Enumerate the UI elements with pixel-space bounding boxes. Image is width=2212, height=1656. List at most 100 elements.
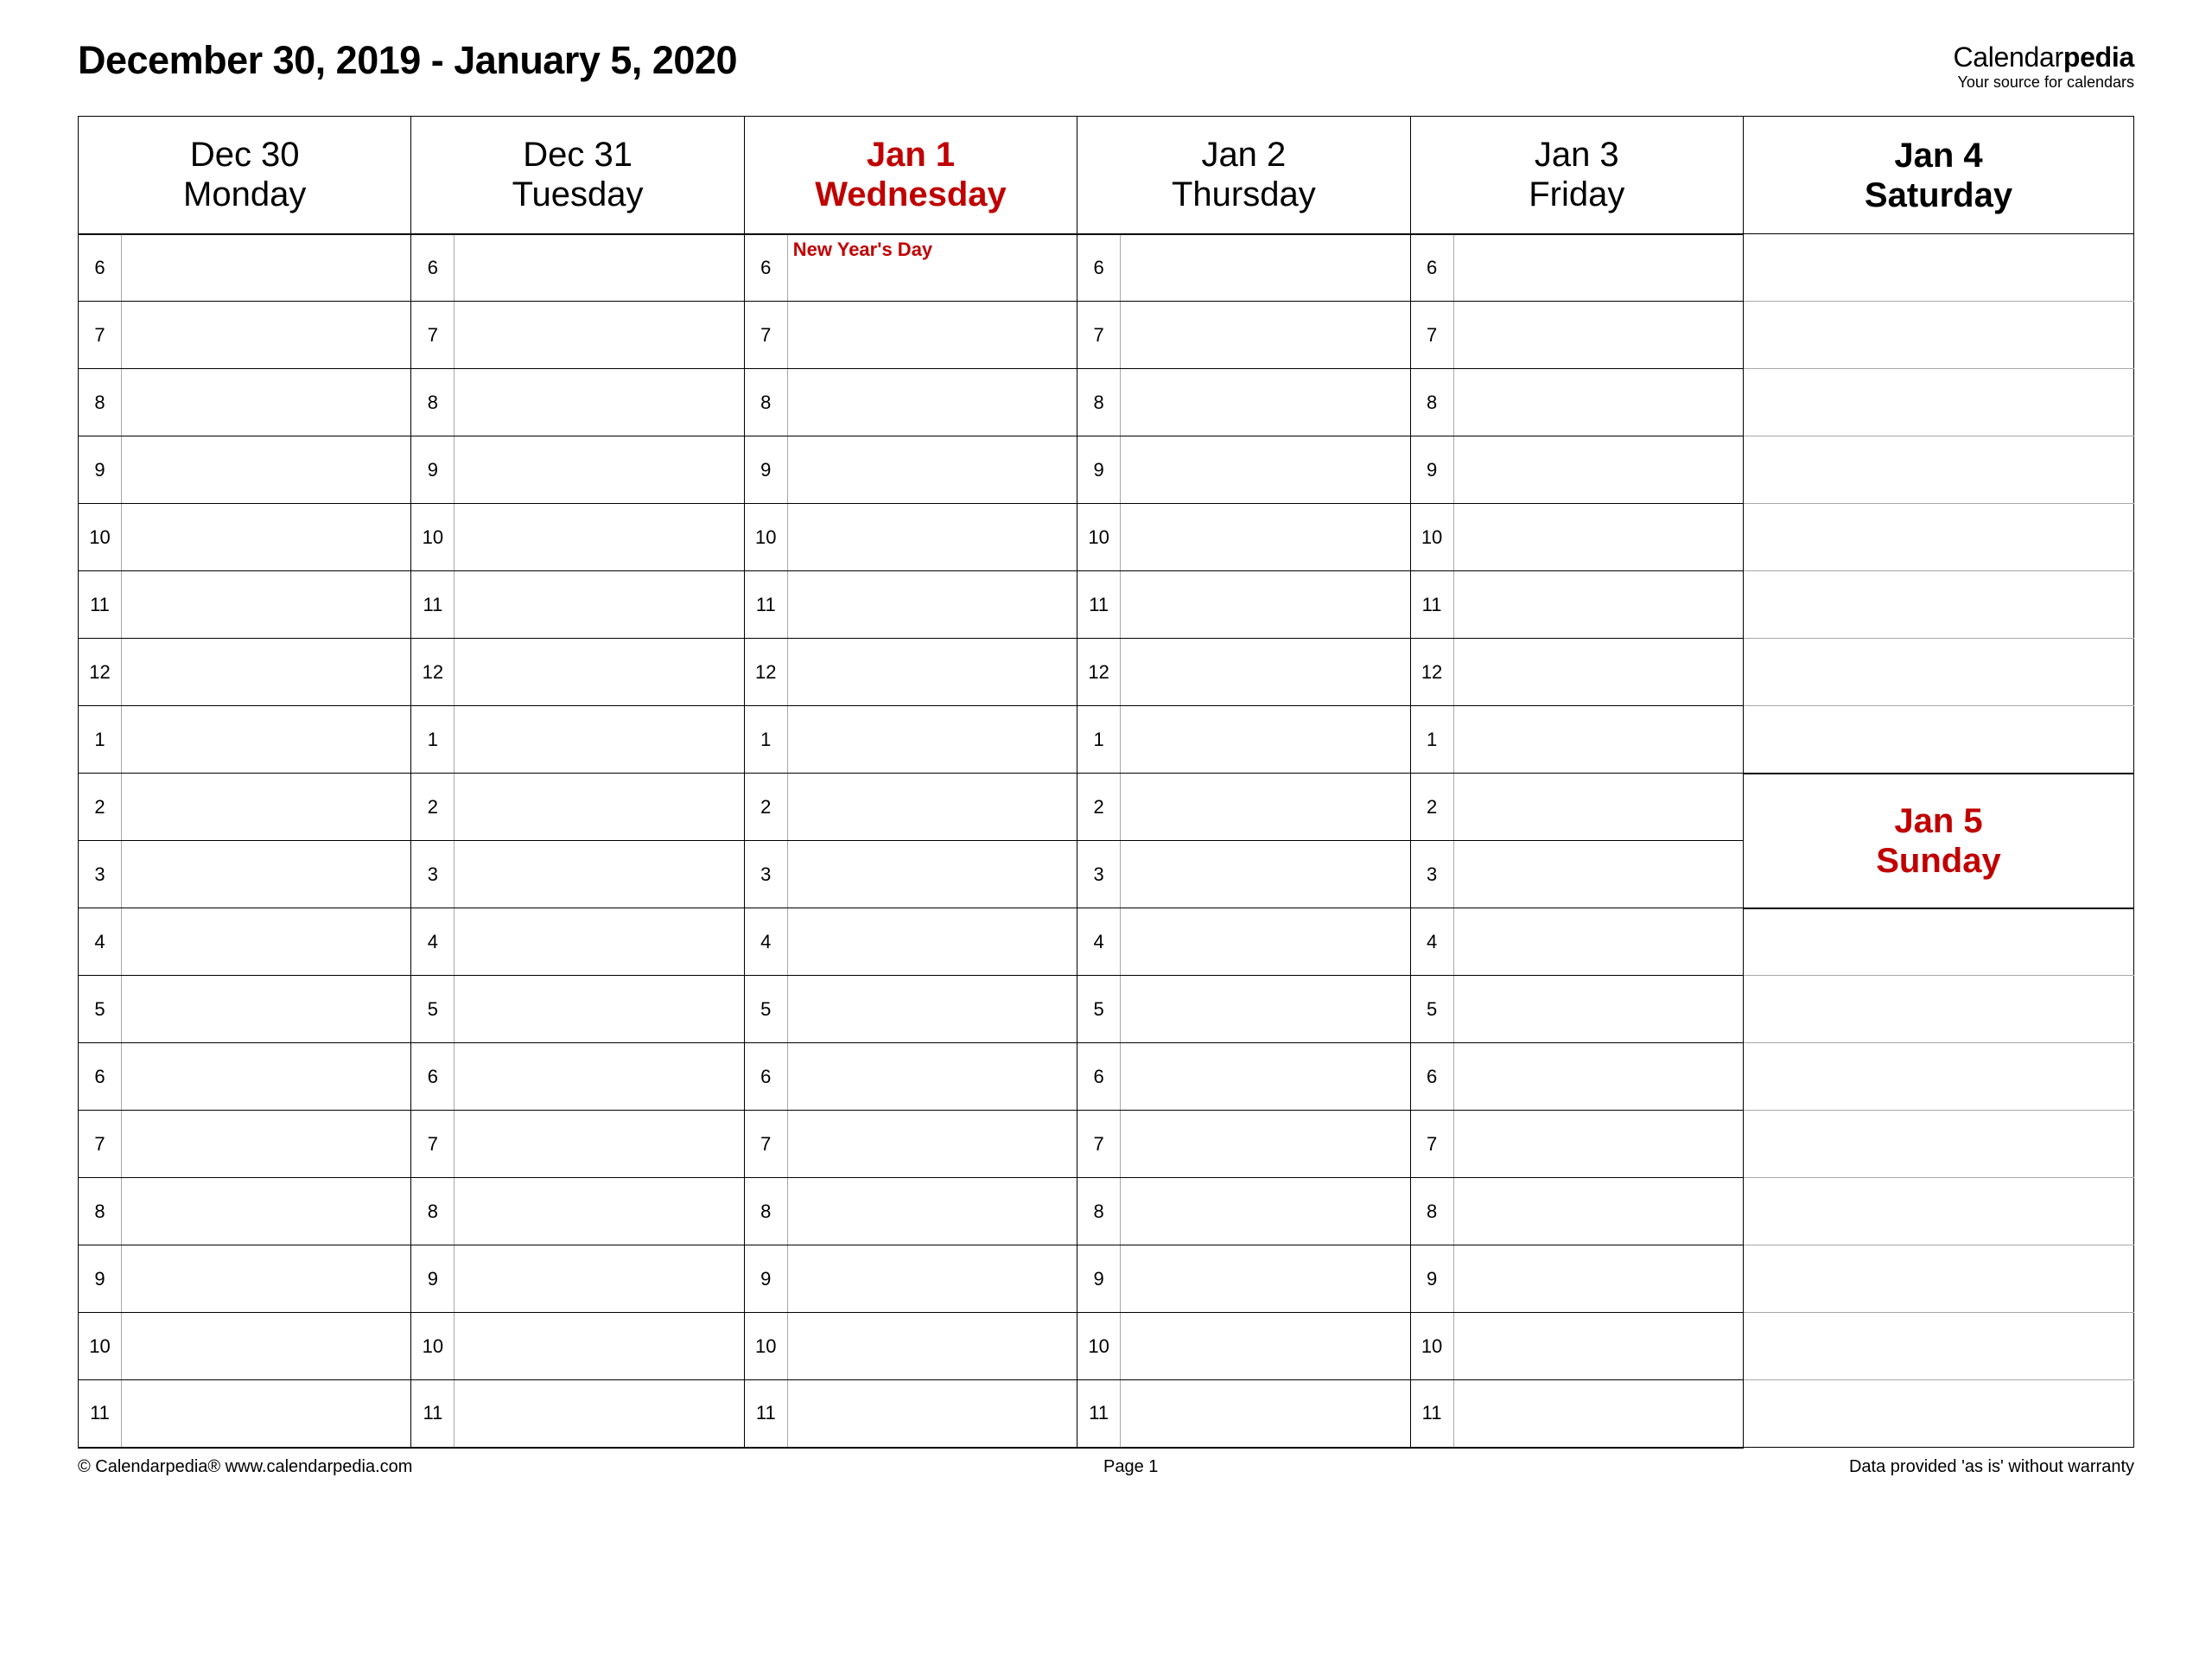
saturday-cell[interactable] xyxy=(1743,234,2133,302)
hour-cell[interactable]: 2 xyxy=(1410,774,1743,841)
hour-cell[interactable]: 7 xyxy=(1077,302,1410,369)
hour-cell[interactable]: 8 xyxy=(744,369,1077,436)
hour-cell[interactable]: 10 xyxy=(1410,1313,1743,1380)
saturday-cell[interactable] xyxy=(1743,571,2133,639)
hour-cell[interactable]: 6 xyxy=(79,1043,411,1111)
hour-cell[interactable]: 3 xyxy=(1077,841,1410,908)
hour-cell[interactable]: 10 xyxy=(1077,1313,1410,1380)
hour-cell[interactable]: 9 xyxy=(744,436,1077,504)
hour-cell[interactable]: 3 xyxy=(79,841,411,908)
hour-cell[interactable]: 8 xyxy=(79,369,411,436)
hour-cell[interactable]: 5 xyxy=(79,976,411,1043)
hour-cell[interactable]: 11 xyxy=(744,1380,1077,1448)
hour-cell[interactable]: 3 xyxy=(411,841,744,908)
hour-cell[interactable]: 10 xyxy=(79,504,411,571)
hour-cell[interactable]: 2 xyxy=(411,774,744,841)
hour-cell[interactable]: 8 xyxy=(411,369,744,436)
hour-cell[interactable]: 5 xyxy=(1077,976,1410,1043)
hour-cell[interactable]: 6 xyxy=(744,1043,1077,1111)
hour-cell[interactable]: 12 xyxy=(411,639,744,706)
hour-cell[interactable]: 4 xyxy=(744,908,1077,976)
hour-cell[interactable]: 12 xyxy=(1077,639,1410,706)
hour-cell[interactable]: 11 xyxy=(1410,571,1743,639)
sunday-cell[interactable] xyxy=(1743,1380,2133,1448)
saturday-cell[interactable] xyxy=(1743,369,2133,436)
sunday-cell[interactable] xyxy=(1743,1043,2133,1111)
sunday-cell[interactable] xyxy=(1743,908,2133,976)
hour-cell[interactable]: 10 xyxy=(79,1313,411,1380)
hour-cell[interactable]: 4 xyxy=(1077,908,1410,976)
sunday-cell[interactable] xyxy=(1743,1111,2133,1178)
sunday-cell[interactable] xyxy=(1743,976,2133,1043)
hour-cell[interactable]: 7 xyxy=(1410,1111,1743,1178)
hour-cell[interactable]: 7 xyxy=(744,1111,1077,1178)
saturday-cell[interactable] xyxy=(1743,706,2133,774)
hour-cell[interactable]: 10 xyxy=(1077,504,1410,571)
hour-cell[interactable]: 9 xyxy=(411,436,744,504)
hour-cell[interactable]: 4 xyxy=(79,908,411,976)
hour-cell[interactable]: 9 xyxy=(1410,436,1743,504)
hour-cell[interactable]: 1 xyxy=(744,706,1077,774)
hour-cell[interactable]: 7 xyxy=(79,1111,411,1178)
hour-cell[interactable]: 3 xyxy=(744,841,1077,908)
hour-cell[interactable]: 11 xyxy=(744,571,1077,639)
hour-cell[interactable]: 1 xyxy=(1077,706,1410,774)
hour-cell[interactable]: 10 xyxy=(411,504,744,571)
hour-cell[interactable]: 7 xyxy=(1410,302,1743,369)
hour-cell[interactable]: 5 xyxy=(411,976,744,1043)
hour-cell[interactable]: 2 xyxy=(1077,774,1410,841)
hour-cell[interactable]: 10 xyxy=(1410,504,1743,571)
hour-cell[interactable]: 8 xyxy=(411,1178,744,1245)
hour-cell[interactable]: 2 xyxy=(744,774,1077,841)
hour-cell[interactable]: 6 xyxy=(1077,1043,1410,1111)
hour-cell[interactable]: 6 xyxy=(1077,234,1410,302)
saturday-cell[interactable] xyxy=(1743,504,2133,571)
hour-cell[interactable]: 7 xyxy=(744,302,1077,369)
hour-cell[interactable]: 11 xyxy=(79,1380,411,1448)
hour-cell[interactable]: 11 xyxy=(1077,1380,1410,1448)
saturday-cell[interactable] xyxy=(1743,302,2133,369)
hour-cell[interactable]: 8 xyxy=(744,1178,1077,1245)
hour-cell[interactable]: 7 xyxy=(411,302,744,369)
saturday-cell[interactable] xyxy=(1743,436,2133,504)
hour-cell[interactable]: 8 xyxy=(1410,369,1743,436)
hour-cell[interactable]: 6New Year's Day xyxy=(744,234,1077,302)
hour-cell[interactable]: 10 xyxy=(744,1313,1077,1380)
hour-cell[interactable]: 11 xyxy=(411,571,744,639)
hour-cell[interactable]: 11 xyxy=(1410,1380,1743,1448)
hour-cell[interactable]: 8 xyxy=(1077,1178,1410,1245)
hour-cell[interactable]: 11 xyxy=(411,1380,744,1448)
hour-cell[interactable]: 6 xyxy=(411,234,744,302)
hour-cell[interactable]: 6 xyxy=(79,234,411,302)
hour-cell[interactable]: 7 xyxy=(79,302,411,369)
hour-cell[interactable]: 3 xyxy=(1410,841,1743,908)
hour-cell[interactable]: 9 xyxy=(411,1245,744,1313)
saturday-cell[interactable] xyxy=(1743,639,2133,706)
hour-cell[interactable]: 9 xyxy=(744,1245,1077,1313)
hour-cell[interactable]: 5 xyxy=(744,976,1077,1043)
hour-cell[interactable]: 6 xyxy=(1410,234,1743,302)
hour-cell[interactable]: 9 xyxy=(79,1245,411,1313)
hour-cell[interactable]: 4 xyxy=(1410,908,1743,976)
hour-cell[interactable]: 7 xyxy=(1077,1111,1410,1178)
sunday-cell[interactable] xyxy=(1743,1178,2133,1245)
hour-cell[interactable]: 9 xyxy=(1077,1245,1410,1313)
hour-cell[interactable]: 6 xyxy=(1410,1043,1743,1111)
hour-cell[interactable]: 9 xyxy=(1410,1245,1743,1313)
hour-cell[interactable]: 1 xyxy=(1410,706,1743,774)
hour-cell[interactable]: 5 xyxy=(1410,976,1743,1043)
hour-cell[interactable]: 1 xyxy=(411,706,744,774)
hour-cell[interactable]: 7 xyxy=(411,1111,744,1178)
hour-cell[interactable]: 11 xyxy=(1077,571,1410,639)
hour-cell[interactable]: 8 xyxy=(79,1178,411,1245)
hour-cell[interactable]: 10 xyxy=(744,504,1077,571)
sunday-cell[interactable] xyxy=(1743,1245,2133,1313)
hour-cell[interactable]: 8 xyxy=(1077,369,1410,436)
hour-cell[interactable]: 12 xyxy=(79,639,411,706)
hour-cell[interactable]: 4 xyxy=(411,908,744,976)
hour-cell[interactable]: 9 xyxy=(79,436,411,504)
hour-cell[interactable]: 8 xyxy=(1410,1178,1743,1245)
hour-cell[interactable]: 6 xyxy=(411,1043,744,1111)
hour-cell[interactable]: 12 xyxy=(744,639,1077,706)
hour-cell[interactable]: 12 xyxy=(1410,639,1743,706)
